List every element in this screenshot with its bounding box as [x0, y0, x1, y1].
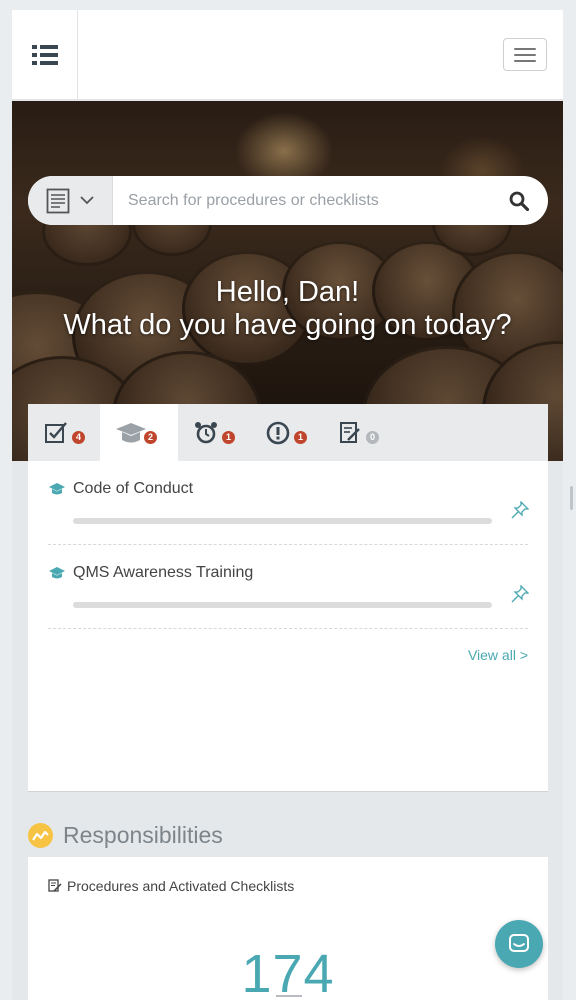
resize-handle[interactable]: [570, 486, 573, 510]
pin-icon[interactable]: [511, 585, 529, 603]
tab-reminders[interactable]: 1: [178, 404, 250, 461]
menu-button[interactable]: [12, 10, 78, 100]
training-title: QMS Awareness Training: [73, 564, 254, 581]
tab-badge: 1: [294, 431, 307, 444]
top-bar: [12, 10, 563, 100]
section-title: Responsibilities: [63, 822, 223, 848]
tab-badge: 0: [366, 431, 379, 444]
document-icon: [46, 188, 70, 213]
search-bar: Search for procedures or checklists: [28, 176, 548, 225]
chat-icon: [509, 934, 529, 952]
activity-icon: [28, 823, 53, 848]
chevron-down-icon: [80, 196, 94, 205]
bottom-handle[interactable]: [276, 995, 302, 997]
card-title: Procedures and Activated Checklists: [48, 878, 294, 894]
view-all-link[interactable]: View all >: [468, 647, 528, 663]
search-type-dropdown[interactable]: [28, 176, 113, 225]
tab-issues[interactable]: 1: [250, 404, 322, 461]
responsibility-count: 174: [241, 944, 335, 1000]
greeting-line-1: Hello, Dan!: [215, 276, 360, 308]
hamburger-icon: [514, 47, 536, 50]
tab-trainings[interactable]: 2: [100, 404, 178, 461]
pin-icon[interactable]: [511, 501, 529, 519]
list-item[interactable]: Code of Conduct: [48, 461, 529, 545]
graduation-cap-icon: [116, 422, 146, 442]
checkbox-icon: [45, 421, 67, 443]
tab-checklists[interactable]: 4: [28, 404, 100, 461]
responsibilities-card[interactable]: Procedures and Activated Checklists 174: [28, 857, 548, 1000]
search-icon: [509, 191, 529, 211]
search-input[interactable]: Search for procedures or checklists: [113, 192, 490, 210]
edit-document-icon: [48, 879, 62, 892]
graduation-cap-icon: [49, 483, 65, 495]
tab-badge: 4: [72, 431, 85, 444]
graduation-cap-icon: [49, 567, 65, 579]
tab-badge: 1: [222, 431, 235, 444]
list-icon: [31, 45, 58, 65]
training-title: Code of Conduct: [73, 480, 194, 497]
progress-bar: [73, 602, 492, 608]
edit-document-icon: [340, 421, 360, 443]
greeting: Hello, Dan! What do you have going on to…: [12, 276, 563, 342]
task-tabs: 4 2 1 1 0: [28, 404, 548, 461]
trainings-panel: Code of Conduct QMS Awareness Training V…: [28, 461, 548, 792]
chat-button[interactable]: [495, 920, 543, 968]
search-button[interactable]: [490, 176, 548, 225]
app-page: Search for procedures or checklists Hell…: [12, 10, 563, 1000]
list-item[interactable]: QMS Awareness Training: [48, 545, 529, 629]
responsibilities-header: Responsibilities: [28, 822, 223, 849]
tab-badge: 2: [144, 431, 157, 444]
exclamation-circle-icon: [266, 421, 290, 444]
navbar-toggle-button[interactable]: [503, 38, 547, 71]
greeting-line-2: What do you have going on today?: [63, 309, 512, 341]
progress-bar: [73, 518, 492, 524]
tab-reviews[interactable]: 0: [322, 404, 394, 461]
alarm-clock-icon: [195, 421, 217, 443]
card-title-text: Procedures and Activated Checklists: [67, 878, 295, 894]
